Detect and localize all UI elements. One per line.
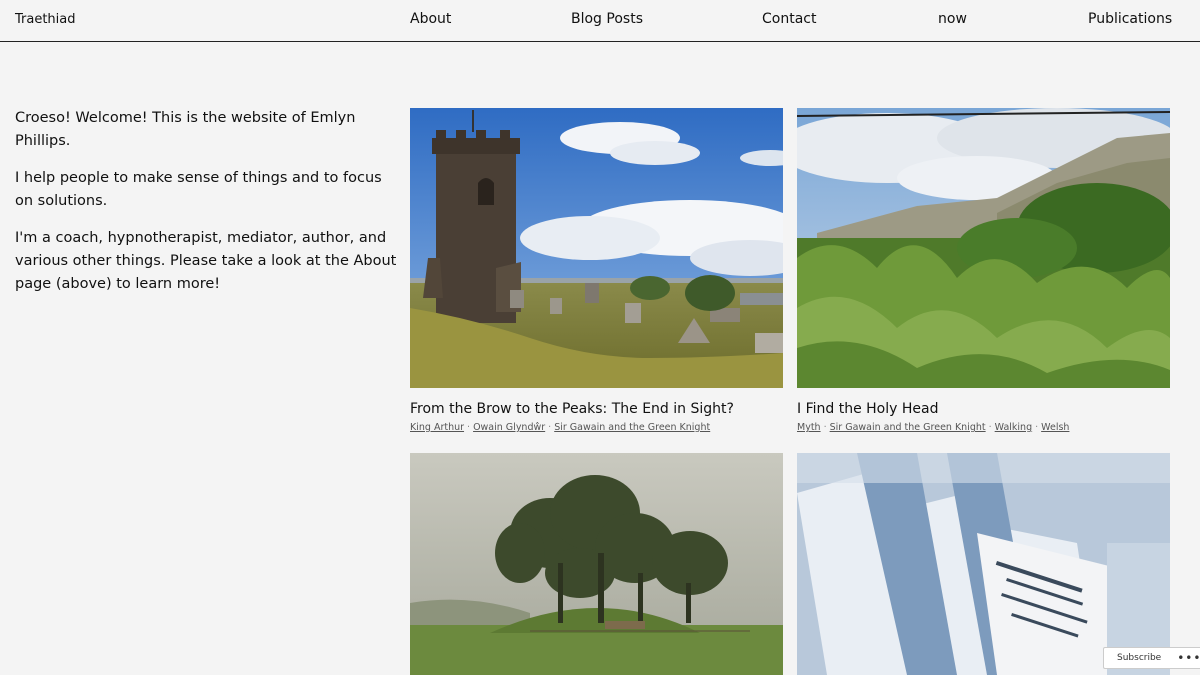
- intro-text: Croeso! Welcome! This is the website of …: [15, 107, 400, 310]
- post-title-link[interactable]: From the Brow to the Peaks: The End in S…: [410, 401, 783, 417]
- church-tower-photo: [410, 108, 783, 388]
- post-tags: King Arthur · Owain Glyndŵr · Sir Gawain and…: [410, 422, 711, 433]
- nav-now[interactable]: now: [938, 11, 967, 27]
- nav-about[interactable]: About: [410, 11, 451, 27]
- subscribe-label: Subscribe: [1117, 653, 1162, 663]
- site-header: Traethiad About Blog Posts Contact now P…: [0, 0, 1200, 42]
- nav-contact[interactable]: Contact: [762, 11, 816, 27]
- post-thumbnail-link[interactable]: [410, 453, 783, 675]
- more-options-icon[interactable]: •••: [1177, 651, 1200, 665]
- tag-link[interactable]: Myth: [797, 422, 821, 433]
- intro-paragraph: I'm a coach, hypnotherapist, mediator, a…: [15, 230, 397, 292]
- site-title-link[interactable]: Traethiad: [15, 12, 76, 27]
- nav-blog-posts[interactable]: Blog Posts: [571, 11, 643, 27]
- tag-link[interactable]: Sir Gawain and the Green Knight: [554, 422, 710, 433]
- post-thumbnail-link[interactable]: [410, 108, 783, 388]
- post-card: I Find the Holy Head Myth · Sir Gawain and…: [797, 108, 1170, 433]
- post-thumbnail-link[interactable]: [797, 453, 1170, 675]
- post-tags: Myth · Sir Gawain and the Green Knight · Wal…: [797, 422, 1070, 433]
- post-thumbnail-link[interactable]: [797, 108, 1170, 388]
- nav-publications[interactable]: Publications: [1088, 11, 1172, 27]
- hillside-ferns-photo: [797, 108, 1170, 388]
- tag-link[interactable]: Owain Glyndŵr: [473, 422, 545, 433]
- newspapers-photo: [797, 453, 1170, 675]
- tag-link[interactable]: Welsh: [1041, 422, 1069, 433]
- post-card: [410, 453, 783, 675]
- tag-link[interactable]: Sir Gawain and the Green Knight: [830, 422, 986, 433]
- intro-paragraph: I help people to make sense of things an…: [15, 170, 382, 209]
- tag-link[interactable]: Walking: [995, 422, 1032, 433]
- post-card: From the Brow to the Peaks: The End in S…: [410, 108, 783, 433]
- intro-paragraph: Croeso! Welcome! This is the website of …: [15, 110, 356, 149]
- trees-on-mound-photo: [410, 453, 783, 675]
- post-card: [797, 453, 1170, 675]
- subscribe-widget[interactable]: Subscribe •••: [1103, 647, 1200, 669]
- tag-link[interactable]: King Arthur: [410, 422, 464, 433]
- post-title-link[interactable]: I Find the Holy Head: [797, 401, 1170, 417]
